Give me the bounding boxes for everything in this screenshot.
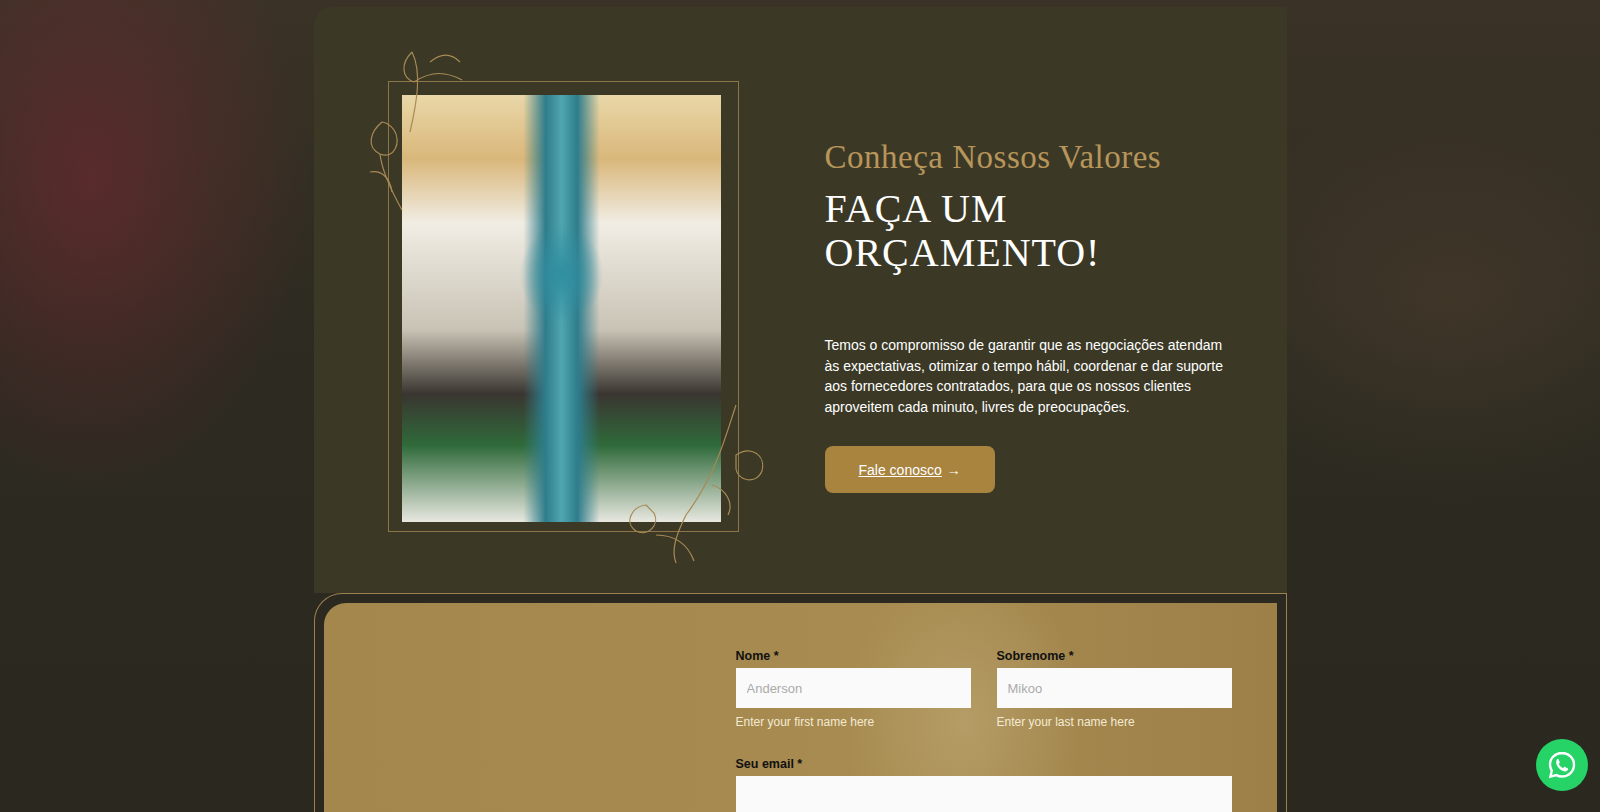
arrow-icon: → bbox=[947, 462, 961, 478]
field-help: Enter your first name here bbox=[736, 715, 971, 729]
main-title: FAÇA UM ORÇAMENTO! bbox=[825, 187, 1125, 275]
whatsapp-icon bbox=[1546, 749, 1578, 781]
field-label: Seu email * bbox=[736, 757, 1232, 771]
page: Conheça Nossos Valores FAÇA UM ORÇAMENTO!… bbox=[0, 0, 1600, 812]
field-label: Sobrenome * bbox=[997, 649, 1232, 663]
content: Conheça Nossos Valores FAÇA UM ORÇAMENTO!… bbox=[314, 0, 1287, 812]
form-field: Nome * Enter your first name here bbox=[736, 649, 971, 729]
form-field: Seu email * bbox=[736, 757, 1232, 812]
photo-frame bbox=[402, 95, 721, 522]
form-section: Nome * Enter your first name here Sobrenom… bbox=[314, 593, 1287, 812]
field-label: Nome * bbox=[736, 649, 971, 663]
form-field: Sobrenome * Enter your last name here bbox=[997, 649, 1232, 729]
text-column: Conheça Nossos Valores FAÇA UM ORÇAMENTO!… bbox=[825, 95, 1235, 522]
quote-card: Conheça Nossos Valores FAÇA UM ORÇAMENTO!… bbox=[314, 7, 1287, 593]
floral-ornament-icon bbox=[352, 42, 482, 212]
form-panel: Nome * Enter your first name here Sobrenom… bbox=[324, 603, 1277, 812]
contact-button[interactable]: Fale conosco → bbox=[825, 446, 995, 493]
quote-form: Nome * Enter your first name here Sobrenom… bbox=[736, 649, 1231, 812]
contact-button-label: Fale conosco bbox=[859, 462, 942, 478]
description: Temos o compromisso de garantir que as n… bbox=[825, 335, 1235, 417]
eyebrow-title: Conheça Nossos Valores bbox=[825, 137, 1162, 177]
floral-ornament-icon bbox=[616, 385, 771, 565]
field-help: Enter your last name here bbox=[997, 715, 1232, 729]
text-input[interactable] bbox=[997, 668, 1232, 708]
church-photo bbox=[402, 95, 721, 522]
text-input[interactable] bbox=[736, 668, 971, 708]
text-input[interactable] bbox=[736, 776, 1232, 812]
whatsapp-button[interactable] bbox=[1536, 739, 1588, 791]
